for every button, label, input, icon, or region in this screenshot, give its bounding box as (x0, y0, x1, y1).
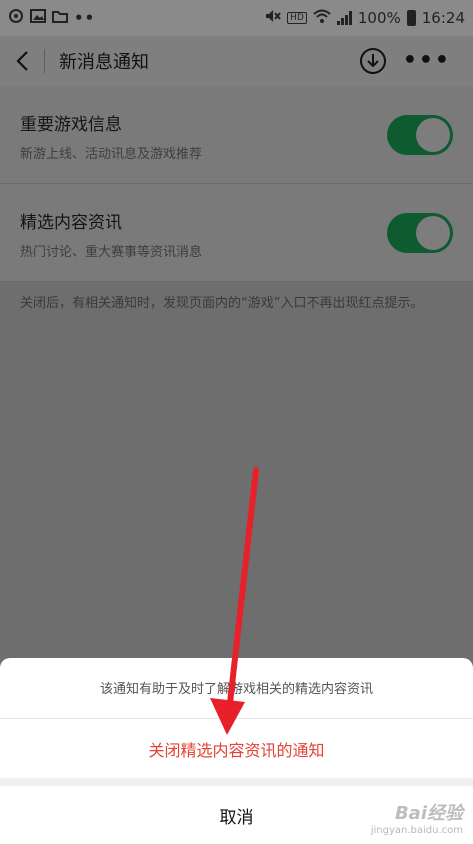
hd-badge: HD (287, 12, 307, 24)
signal-icon (336, 11, 352, 25)
toggle-knob (416, 216, 450, 250)
setting-description: 热门讨论、重大赛事等资讯消息 (20, 245, 203, 260)
disable-notification-button[interactable]: 关闭精选内容资讯的通知 (0, 719, 473, 778)
sheet-card: 该通知有助于及时了解游戏相关的精选内容资讯 关闭精选内容资讯的通知 (0, 658, 473, 778)
setting-row-important-game-info: 重要游戏信息 新游上线、活动讯息及游戏推荐 (0, 86, 473, 184)
status-right: HD 100% 16:24 (265, 9, 465, 27)
settings-list: 重要游戏信息 新游上线、活动讯息及游戏推荐 精选内容资讯 热门讨论、重大赛事等资… (0, 86, 473, 282)
sheet-gap (0, 778, 473, 786)
toggle-important-game-info[interactable] (387, 115, 453, 155)
toggle-knob (416, 118, 450, 152)
mute-icon (265, 9, 281, 27)
back-icon[interactable] (0, 36, 44, 86)
location-icon (8, 8, 24, 28)
notice-text: 关闭后，有相关通知时，发现页面内的“游戏”入口不再出现红点提示。 (20, 296, 424, 311)
more-icon[interactable]: ••• (403, 50, 451, 72)
toggle-featured-content[interactable] (387, 213, 453, 253)
battery-icon (406, 10, 416, 26)
clock: 16:24 (421, 9, 465, 27)
watermark-url: jingyan.baidu.com (370, 825, 463, 836)
title-separator (44, 49, 45, 73)
setting-title: 精选内容资讯 (20, 213, 122, 233)
status-left: •• (8, 8, 95, 28)
image-icon (30, 9, 46, 27)
setting-description: 新游上线、活动讯息及游戏推荐 (20, 147, 203, 162)
title-bar: 新消息通知 ••• (0, 36, 473, 86)
folder-icon (52, 9, 68, 27)
status-bar: •• HD 100% 16:24 (0, 0, 473, 36)
page-title: 新消息通知 (59, 52, 149, 73)
wifi-icon (313, 9, 331, 27)
notification-dots: •• (74, 9, 96, 27)
battery-percent: 100% (357, 9, 401, 27)
watermark: Bai经验 jingyan.baidu.com (371, 799, 463, 836)
download-icon[interactable] (359, 47, 387, 75)
sheet-message: 该通知有助于及时了解游戏相关的精选内容资讯 (99, 682, 373, 697)
setting-title: 重要游戏信息 (20, 115, 122, 135)
watermark-logo: Bai经验 (394, 803, 463, 824)
setting-row-featured-content: 精选内容资讯 热门讨论、重大赛事等资讯消息 (0, 184, 473, 282)
